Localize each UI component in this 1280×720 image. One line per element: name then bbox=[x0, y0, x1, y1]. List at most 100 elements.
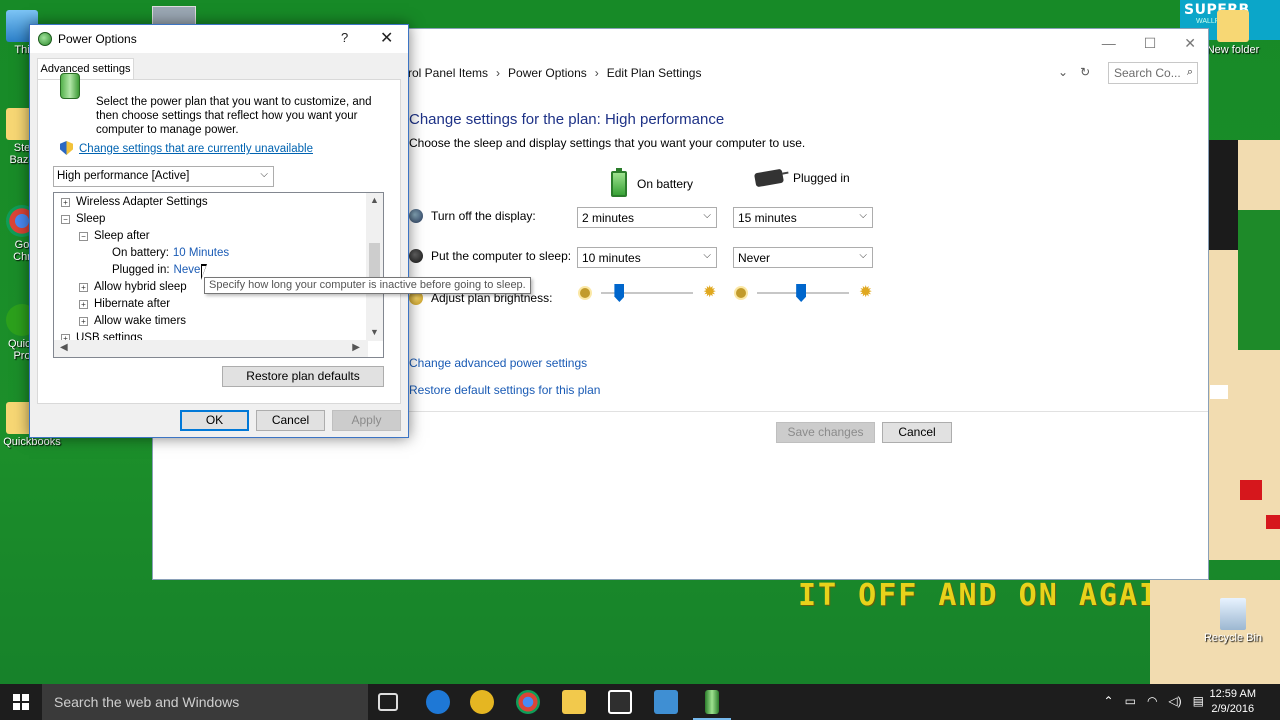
scroll-down-icon[interactable]: ▼ bbox=[370, 327, 379, 337]
task-view-icon[interactable] bbox=[378, 693, 398, 711]
collapse-icon[interactable]: − bbox=[61, 214, 70, 224]
settings-tree[interactable]: + Wireless Adapter Settings − Sleep − Sl… bbox=[53, 192, 384, 358]
clock[interactable]: 12:59 AM 2/9/2016 bbox=[1210, 687, 1256, 717]
horizontal-scrollbar[interactable]: ◀ ▶ bbox=[54, 340, 368, 357]
tree-item-plugged-in[interactable]: Plugged in: Never bbox=[112, 264, 204, 276]
desktop-icon-recycle-bin[interactable]: Recycle Bin bbox=[1200, 598, 1266, 644]
collapse-icon[interactable]: − bbox=[79, 231, 88, 241]
restore-defaults-link[interactable]: Restore default settings for this plan bbox=[409, 383, 600, 397]
refresh-icon[interactable]: ↻ bbox=[1080, 65, 1090, 79]
close-button[interactable]: ✕ bbox=[380, 28, 393, 48]
wifi-icon[interactable]: ◠ bbox=[1147, 694, 1157, 708]
expand-icon[interactable]: + bbox=[79, 282, 88, 292]
tree-item-hybrid-sleep[interactable]: + Allow hybrid sleep bbox=[79, 281, 187, 293]
search-placeholder: Search Co... bbox=[1114, 66, 1181, 80]
brightness-plugged-thumb[interactable] bbox=[796, 284, 807, 302]
tree-label: Allow hybrid sleep bbox=[94, 281, 187, 293]
save-changes-button[interactable]: Save changes bbox=[776, 422, 875, 443]
display-icon bbox=[409, 209, 423, 223]
sleep-plugged-select[interactable]: Never ⌵ bbox=[733, 247, 873, 268]
edge-icon[interactable] bbox=[426, 690, 450, 714]
desktop-icon-label: Recycle Bin bbox=[1203, 632, 1263, 644]
tree-label: On battery: bbox=[112, 247, 169, 259]
power-options-icon[interactable] bbox=[693, 690, 731, 720]
chevron-right-icon: › bbox=[594, 66, 599, 80]
dialog-description: Select the power plan that you want to c… bbox=[96, 96, 372, 136]
sleep-battery-select[interactable]: 10 minutes ⌵ bbox=[577, 247, 717, 268]
tree-item-hibernate-after[interactable]: + Hibernate after bbox=[79, 298, 170, 310]
unavailable-settings-link[interactable]: Change settings that are currently unava… bbox=[79, 143, 313, 155]
chevron-down-icon: ⌵ bbox=[703, 250, 711, 261]
taskbar-search-input[interactable]: Search the web and Windows bbox=[42, 684, 368, 720]
system-tray: ⌃ ▭ ◠ ◁) ▤ bbox=[1104, 694, 1204, 708]
breadcrumb-item[interactable]: ntrol Panel Items bbox=[398, 66, 488, 80]
desktop-icon-new-folder[interactable]: New folder bbox=[1200, 10, 1266, 56]
chrome-icon[interactable] bbox=[516, 690, 540, 714]
breadcrumb-item[interactable]: Power Options bbox=[508, 66, 587, 80]
tree-label: Hibernate after bbox=[94, 298, 171, 310]
mouse-cursor-icon bbox=[201, 264, 207, 280]
chevron-up-icon[interactable]: ⌃ bbox=[1104, 694, 1114, 708]
column-header-battery: On battery bbox=[611, 168, 694, 197]
battery-icon[interactable]: ▭ bbox=[1125, 694, 1136, 708]
scrollbar-thumb[interactable] bbox=[369, 243, 380, 277]
display-plugged-select[interactable]: 15 minutes ⌵ bbox=[733, 207, 873, 228]
expand-icon[interactable]: + bbox=[79, 316, 88, 326]
tree-item-wireless[interactable]: + Wireless Adapter Settings bbox=[61, 196, 208, 208]
restore-plan-defaults-button[interactable]: Restore plan defaults bbox=[222, 366, 384, 387]
scroll-left-icon[interactable]: ◀ bbox=[60, 342, 68, 353]
help-button[interactable]: ? bbox=[341, 30, 348, 45]
scroll-right-icon[interactable]: ▶ bbox=[352, 342, 360, 353]
cancel-button[interactable]: Cancel bbox=[882, 422, 952, 443]
tree-item-wake-timers[interactable]: + Allow wake timers bbox=[79, 315, 186, 327]
change-advanced-settings-link[interactable]: Change advanced power settings bbox=[409, 356, 587, 370]
apply-button[interactable]: Apply bbox=[332, 410, 401, 431]
expand-icon[interactable]: + bbox=[79, 299, 88, 309]
volume-icon[interactable]: ◁) bbox=[1168, 694, 1181, 708]
select-value: 2 minutes bbox=[582, 211, 635, 225]
cancel-button[interactable]: Cancel bbox=[256, 410, 325, 431]
brightness-high-icon: ✹ bbox=[703, 284, 717, 301]
folder-icon bbox=[1217, 10, 1249, 42]
ok-button[interactable]: OK bbox=[180, 410, 249, 431]
brightness-battery-thumb[interactable] bbox=[614, 284, 625, 302]
row-label: Turn off the display: bbox=[431, 209, 536, 223]
tree-value[interactable]: Never bbox=[174, 264, 205, 276]
wallpaper-pixel-green bbox=[1238, 210, 1280, 350]
minimize-icon[interactable]: — bbox=[1102, 35, 1116, 52]
close-icon[interactable]: ✕ bbox=[1184, 35, 1196, 52]
scroll-up-icon[interactable]: ▲ bbox=[370, 195, 379, 205]
start-button[interactable] bbox=[0, 684, 42, 720]
maximize-icon[interactable]: ☐ bbox=[1144, 35, 1157, 52]
tree-item-sleep-after[interactable]: − Sleep after bbox=[79, 230, 150, 242]
chevron-down-icon: ⌵ bbox=[703, 210, 711, 221]
column-header-plugged: Plugged in bbox=[753, 168, 850, 188]
power-options-icon bbox=[38, 32, 52, 46]
power-plan-select[interactable]: High performance [Active] ⌵ bbox=[53, 166, 274, 187]
row-computer-sleep: Put the computer to sleep: bbox=[409, 249, 571, 263]
tooltip: Specify how long your computer is inacti… bbox=[204, 277, 531, 294]
store-icon[interactable] bbox=[608, 690, 632, 714]
wallpaper-pixel-white bbox=[1210, 385, 1228, 399]
notifications-icon[interactable]: ▤ bbox=[1193, 694, 1204, 708]
tree-item-on-battery[interactable]: On battery: 10 Minutes bbox=[112, 247, 229, 259]
chevron-down-icon: ⌵ bbox=[859, 250, 867, 261]
control-panel-icon[interactable] bbox=[654, 690, 678, 714]
breadcrumb[interactable]: ntrol Panel Items › Power Options › Edit… bbox=[398, 62, 1098, 84]
wallpaper-slogan: IT OFF AND ON AGAIN? bbox=[798, 578, 1200, 613]
tree-value[interactable]: 10 Minutes bbox=[173, 247, 229, 259]
search-icon[interactable]: ⌕ bbox=[1187, 66, 1193, 79]
tree-label: Plugged in: bbox=[112, 264, 170, 276]
vertical-scrollbar[interactable]: ▲ ▼ bbox=[366, 193, 383, 341]
expand-icon[interactable]: + bbox=[61, 197, 70, 207]
display-battery-select[interactable]: 2 minutes ⌵ bbox=[577, 207, 717, 228]
tree-item-sleep[interactable]: − Sleep bbox=[61, 213, 105, 225]
column-label: Plugged in bbox=[793, 171, 850, 185]
chevron-down-icon[interactable]: ⌄ bbox=[1058, 65, 1068, 79]
column-label: On battery bbox=[637, 177, 694, 191]
app-icon[interactable] bbox=[470, 690, 494, 714]
breadcrumb-item[interactable]: Edit Plan Settings bbox=[607, 66, 702, 80]
file-explorer-icon[interactable] bbox=[562, 690, 586, 714]
wallpaper-pixel-red-2 bbox=[1266, 515, 1280, 529]
search-input[interactable]: Search Co... ⌕ bbox=[1108, 62, 1198, 84]
